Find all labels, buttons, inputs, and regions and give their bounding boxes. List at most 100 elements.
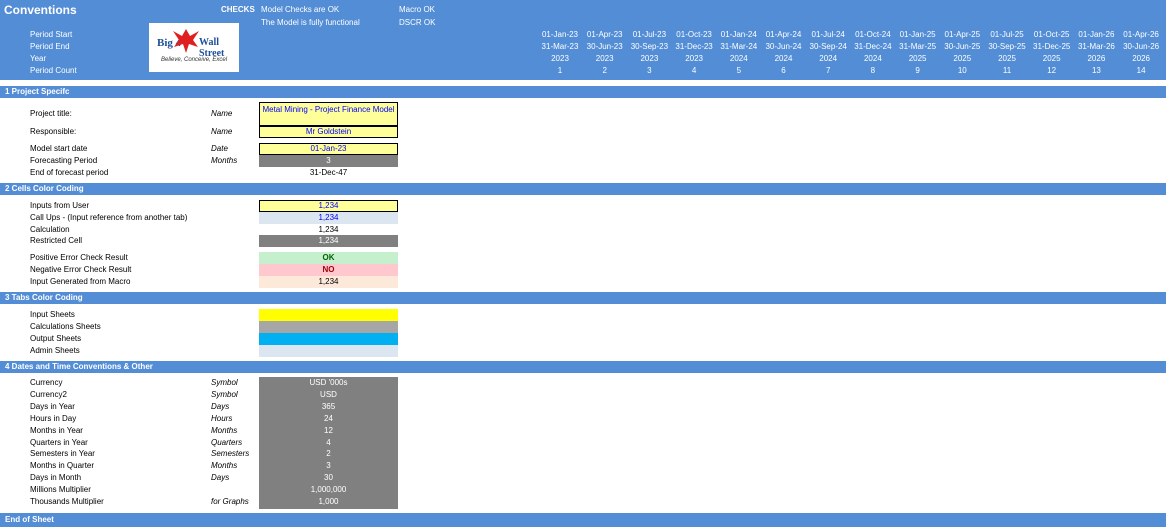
restricted-label: Restricted Cell	[30, 236, 83, 245]
output-sheets-label: Output Sheets	[30, 334, 82, 343]
end-of-sheet-label: End of Sheet	[5, 515, 54, 524]
period-start-cell: 01-Jan-26	[1078, 30, 1115, 39]
convention-label: Days in Year	[30, 401, 75, 411]
period-year-cell: 2024	[863, 54, 882, 63]
period-start-cell: 01-Jul-24	[811, 30, 845, 39]
period-start-cell: 01-Jul-25	[990, 30, 1024, 39]
section-title: 4 Dates and Time Conventions & Other	[5, 362, 153, 371]
checks-label: CHECKS	[221, 5, 255, 14]
period-end-cell: 30-Jun-24	[765, 42, 802, 51]
period-start-cell: 01-Apr-23	[586, 30, 623, 39]
period-end-cell: 31-Mar-24	[720, 42, 758, 51]
convention-label: Currency2	[30, 389, 67, 399]
period-start-cell: 01-Oct-25	[1033, 30, 1070, 39]
convention-label: Hours in Day	[30, 413, 77, 423]
period-end-cell: 31-Dec-24	[854, 42, 892, 51]
convention-value: 1,000	[318, 497, 339, 506]
period-end-label: Period End	[30, 42, 70, 51]
section-title: 1 Project Specifc	[5, 87, 70, 96]
period-count-cell: 7	[825, 66, 831, 75]
eagle-icon	[173, 29, 199, 53]
convention-unit: Months	[211, 425, 238, 435]
calculation-sheets-label: Calculations Sheets	[30, 322, 101, 331]
period-count-cell: 5	[736, 66, 742, 75]
model-start-input[interactable]: 01-Jan-23	[259, 143, 398, 155]
model-start-unit: Date	[211, 144, 228, 153]
period-year-cell: 2023	[551, 54, 569, 63]
end-forecast-label: End of forecast period	[30, 168, 109, 177]
positive-check-cell: OK	[259, 252, 398, 264]
period-year-cell: 2024	[729, 54, 748, 63]
responsible-input[interactable]: Mr Goldstein	[259, 126, 398, 138]
period-count-cell: 8	[870, 66, 876, 75]
period-year-cell: 2026	[1132, 54, 1150, 63]
positive-check-label: Positive Error Check Result	[30, 253, 128, 262]
period-start-cell: 01-Oct-24	[855, 30, 891, 39]
period-end-cell: 30-Jun-26	[1123, 42, 1160, 51]
logo-right-text: Wall Street	[199, 37, 225, 59]
convention-unit: Symbol	[211, 378, 238, 387]
inputs-from-user-cell[interactable]: 1,234	[259, 200, 398, 212]
period-end-cell: 31-Mar-25	[899, 42, 937, 51]
period-end-cell: 30-Sep-25	[988, 42, 1026, 51]
period-year-cell: 2025	[908, 54, 927, 63]
sheet-header: Conventions CHECKS Model Checks are OK T…	[0, 0, 1166, 80]
convention-value: 365	[321, 401, 336, 411]
period-start-cell: 01-Apr-25	[944, 30, 981, 39]
period-count-cell: 10	[957, 66, 967, 75]
convention-unit: Quarters	[211, 437, 243, 447]
model-check-status: Model Checks are OK	[261, 5, 340, 14]
period-end-cell: 31-Mar-23	[541, 42, 579, 51]
page-title: Conventions	[4, 3, 77, 17]
year-label: Year	[30, 54, 47, 63]
period-count-label: Period Count	[30, 66, 77, 75]
period-count-cell: 11	[1002, 66, 1012, 75]
negative-check-cell: NO	[259, 264, 398, 276]
model-start-label: Model start date	[30, 144, 88, 153]
period-start-cell: 01-Jul-23	[632, 30, 667, 39]
convention-value: USD	[320, 389, 337, 399]
period-year-cell: 2024	[819, 54, 838, 63]
project-title-unit: Name	[211, 109, 233, 118]
project-title-input[interactable]: Metal Mining - Project Finance Model	[259, 102, 398, 126]
convention-label: Months in Quarter	[30, 461, 95, 471]
convention-label: Months in Year	[30, 425, 83, 435]
convention-label: Currency	[30, 378, 63, 387]
period-end-cell: 30-Sep-23	[630, 42, 669, 51]
convention-label: Quarters in Year	[30, 437, 88, 447]
period-end-cell: 31-Dec-25	[1033, 42, 1071, 51]
section-dates-time-conventions: 4 Dates and Time Conventions & Other	[0, 361, 1166, 373]
period-count-cell: 3	[647, 66, 652, 75]
period-start-label: Period Start	[30, 30, 73, 39]
convention-unit: for Graphs	[211, 497, 249, 506]
period-end-cell: 30-Sep-24	[809, 42, 847, 51]
logo-tagline: Believe, Conceive, Excel	[161, 57, 228, 63]
period-start-cell: 01-Apr-24	[765, 30, 802, 39]
period-count-cell: 9	[915, 66, 920, 75]
period-start-cell: 01-Oct-23	[676, 30, 712, 39]
output-sheets-swatch	[259, 333, 398, 345]
end-of-sheet-bar: End of Sheet	[0, 513, 1166, 527]
period-year-cell: 2023	[595, 54, 614, 63]
restricted-cell: 1,234	[259, 235, 398, 247]
section-title: 2 Cells Color Coding	[5, 184, 84, 193]
convention-value: 2	[326, 449, 331, 459]
responsible-unit: Name	[211, 127, 233, 136]
convention-label: Thousands Multiplier	[30, 497, 104, 506]
dscr-status: DSCR OK	[399, 18, 436, 27]
period-count-cell: 14	[1136, 66, 1146, 75]
convention-unit: Semesters	[211, 449, 250, 459]
input-sheets-swatch	[259, 309, 398, 321]
period-end-cell: 31-Dec-23	[675, 42, 713, 51]
callups-cell: 1,234	[259, 212, 398, 224]
macro-input-cell: 1,234	[259, 276, 398, 288]
convention-unit: Symbol	[211, 389, 238, 399]
project-title-label: Project title:	[30, 109, 72, 118]
negative-check-label: Negative Error Check Result	[30, 265, 132, 274]
forecasting-period-unit: Months	[211, 156, 238, 165]
period-count-cell: 2	[602, 66, 607, 75]
admin-sheets-label: Admin Sheets	[30, 346, 80, 355]
macro-status: Macro OK	[399, 5, 436, 14]
forecasting-period-value: 3	[259, 155, 398, 167]
admin-sheets-swatch	[259, 345, 398, 357]
